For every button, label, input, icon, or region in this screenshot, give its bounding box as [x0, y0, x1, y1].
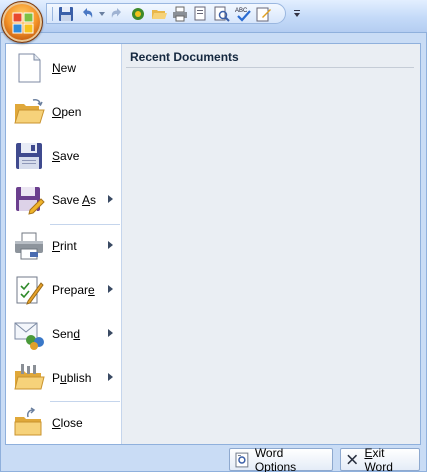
office-menu: New Open Save Save As Print Prepare Send…: [0, 32, 427, 472]
submenu-arrow-icon: [108, 285, 113, 293]
new-label: New: [52, 61, 77, 75]
word-options-button[interactable]: Word Options: [229, 445, 333, 472]
quick-print-icon[interactable]: [171, 5, 189, 23]
prepare-label: Prepare: [52, 283, 95, 297]
word-options-icon: [235, 452, 249, 467]
open-label: Open: [52, 105, 82, 119]
submenu-arrow-icon: [108, 329, 113, 337]
qat-separator: [52, 6, 53, 21]
customize-qat-icon[interactable]: [291, 7, 303, 21]
svg-text:ABC: ABC: [235, 8, 248, 14]
open-folder-icon: [13, 96, 45, 128]
quick-access-toolbar: ABC: [46, 3, 286, 24]
submenu-arrow-icon: [108, 373, 113, 381]
spelling-icon[interactable]: ABC: [234, 5, 252, 23]
save-label: Save: [52, 149, 80, 163]
recent-documents-divider: [126, 67, 414, 68]
new-document-icon: [13, 52, 45, 84]
office-menu-body: New Open Save Save As Print Prepare Send…: [5, 43, 421, 445]
send-label: Send: [52, 327, 81, 341]
save-command[interactable]: Save: [6, 134, 122, 178]
close-label: Close: [52, 416, 83, 430]
new-command[interactable]: New: [6, 46, 122, 90]
office-logo-icon: [12, 12, 34, 34]
close-icon: [347, 454, 358, 465]
recent-documents-pane: Recent Documents: [122, 44, 420, 444]
close-folder-icon: [13, 407, 45, 439]
word-options-label: Word Options: [254, 445, 297, 472]
undo-dropdown-icon[interactable]: [99, 5, 105, 23]
command-pane: New Open Save Save As Print Prepare Send…: [6, 44, 122, 444]
save-as-icon: [13, 184, 45, 216]
print-label: Print: [52, 239, 77, 253]
exit-word-label: Exit Word: [364, 445, 393, 472]
prepare-command[interactable]: Prepare: [6, 268, 122, 312]
close-command[interactable]: Close: [6, 401, 122, 445]
undo-icon[interactable]: [78, 5, 96, 23]
publish-command[interactable]: Publish: [6, 356, 122, 400]
office-button[interactable]: [1, 1, 43, 43]
open-icon[interactable]: [150, 5, 168, 23]
publish-folder-icon: [13, 362, 45, 394]
print-icon[interactable]: [129, 5, 147, 23]
recent-documents-title: Recent Documents: [130, 50, 239, 64]
print-command[interactable]: Print: [6, 224, 122, 268]
send-command[interactable]: Send: [6, 312, 122, 356]
submenu-arrow-icon: [108, 241, 113, 249]
redo-icon[interactable]: [108, 5, 126, 23]
save-icon[interactable]: [57, 5, 75, 23]
send-envelope-icon: [13, 318, 45, 350]
edit-icon[interactable]: [255, 5, 273, 23]
publish-label: Publish: [52, 371, 92, 385]
save-as-label: Save As: [52, 193, 97, 207]
save-as-command[interactable]: Save As: [6, 178, 122, 222]
save-disk-icon: [13, 140, 45, 172]
prepare-document-icon: [13, 274, 45, 306]
print-preview-icon[interactable]: [192, 5, 210, 23]
printer-icon: [13, 230, 45, 262]
exit-word-button[interactable]: Exit Word: [340, 445, 420, 472]
open-command[interactable]: Open: [6, 90, 122, 134]
submenu-arrow-icon: [108, 195, 113, 203]
zoom-icon[interactable]: [213, 5, 231, 23]
